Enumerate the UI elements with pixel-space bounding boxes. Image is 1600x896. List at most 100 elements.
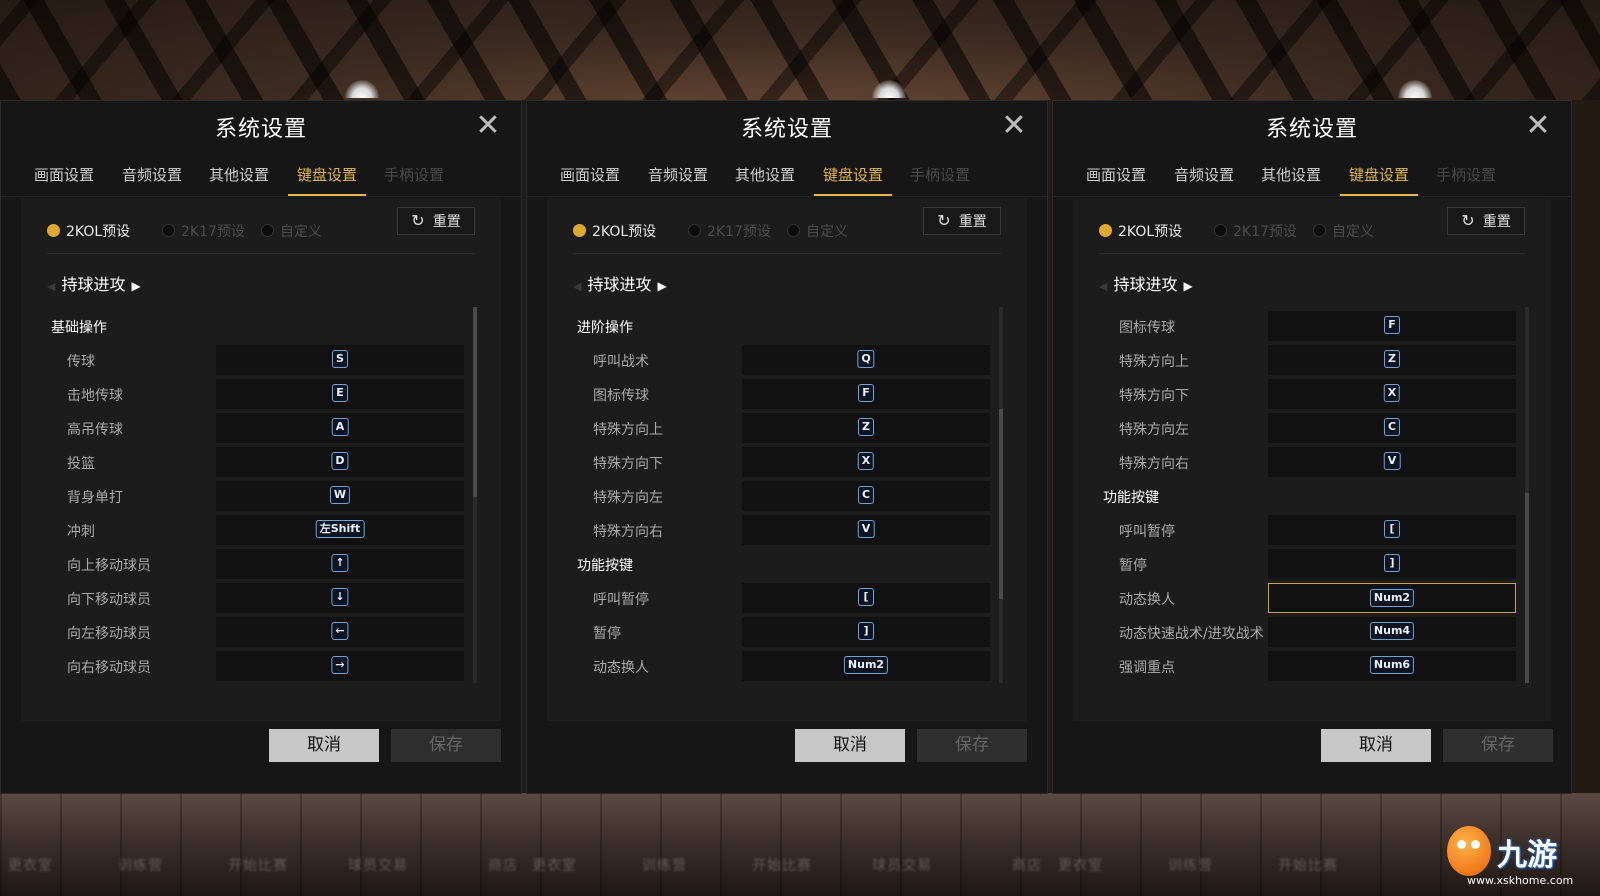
- chevron-right-icon[interactable]: ▶: [131, 279, 140, 293]
- chevron-left-icon[interactable]: ◀: [1099, 280, 1107, 293]
- ceiling-lamp: [345, 80, 379, 98]
- radio-icon[interactable]: [162, 224, 175, 237]
- keybind-slot[interactable]: Num2: [1268, 583, 1516, 613]
- keybind-slot[interactable]: V: [1268, 447, 1516, 477]
- radio-icon[interactable]: [1099, 224, 1112, 237]
- close-icon[interactable]: ✕: [999, 111, 1029, 141]
- keybind-slot[interactable]: [: [742, 583, 990, 613]
- keybind-slot[interactable]: C: [742, 481, 990, 511]
- chevron-right-icon[interactable]: ▶: [1183, 279, 1192, 293]
- keybind-slot[interactable]: X: [1268, 379, 1516, 409]
- keybind-slot[interactable]: E: [216, 379, 464, 409]
- tab-0[interactable]: 画面设置: [1077, 156, 1155, 194]
- preset-option[interactable]: 2K17预设: [1214, 217, 1304, 247]
- chevron-right-icon[interactable]: ▶: [657, 279, 666, 293]
- keybind-slot[interactable]: ←: [216, 617, 464, 647]
- keybind-label: 图标传球: [1119, 320, 1175, 336]
- scrollbar-track[interactable]: [473, 307, 477, 683]
- keybind-label: 强调重点: [1119, 660, 1175, 676]
- tab-3[interactable]: 键盘设置: [288, 156, 366, 196]
- preset-option[interactable]: 2K17预设: [688, 217, 778, 247]
- keybind-slot[interactable]: X: [742, 447, 990, 477]
- keybind-label: 特殊方向右: [593, 524, 663, 540]
- divider: [47, 253, 475, 254]
- radio-icon[interactable]: [47, 224, 60, 237]
- tab-0[interactable]: 画面设置: [551, 156, 629, 194]
- tab-0[interactable]: 画面设置: [25, 156, 103, 194]
- section-title: 持球进攻: [1113, 275, 1178, 294]
- close-icon[interactable]: ✕: [1523, 111, 1553, 141]
- preset-option[interactable]: 2K17预设: [162, 217, 252, 247]
- reset-button[interactable]: ↻ 重置: [1447, 207, 1525, 235]
- scrollbar-thumb[interactable]: [473, 307, 477, 497]
- preset-option[interactable]: 2KOL预设: [1099, 217, 1189, 247]
- preset-option[interactable]: 自定义: [1313, 217, 1393, 247]
- background-menu-label: 更衣室: [1058, 858, 1103, 874]
- keybind-slot[interactable]: ↑: [216, 549, 464, 579]
- radio-icon[interactable]: [787, 224, 800, 237]
- cancel-button[interactable]: 取消: [269, 729, 379, 762]
- close-icon[interactable]: ✕: [473, 111, 503, 141]
- radio-icon[interactable]: [688, 224, 701, 237]
- scrollbar-track[interactable]: [1525, 307, 1529, 683]
- keybind-slot[interactable]: Z: [1268, 345, 1516, 375]
- keybind-slot[interactable]: →: [216, 651, 464, 681]
- radio-icon[interactable]: [1313, 224, 1326, 237]
- keybind-slot[interactable]: 左Shift: [216, 515, 464, 545]
- radio-icon[interactable]: [261, 224, 274, 237]
- save-button[interactable]: 保存: [391, 729, 501, 762]
- keybind-slot[interactable]: [: [1268, 515, 1516, 545]
- save-button[interactable]: 保存: [917, 729, 1027, 762]
- radio-icon[interactable]: [573, 224, 586, 237]
- tab-3[interactable]: 键盘设置: [1340, 156, 1418, 196]
- scrollbar-thumb[interactable]: [999, 409, 1003, 599]
- preset-option[interactable]: 2KOL预设: [573, 217, 663, 247]
- settings-dialog: 系统设置 ✕ 画面设置 音频设置 其他设置 键盘设置 手柄设置 2KOL预设 2K17预设 自定义…: [0, 100, 522, 794]
- tab-2[interactable]: 其他设置: [200, 156, 278, 194]
- logo-url: www.xskhome.com: [1467, 874, 1574, 887]
- tab-1[interactable]: 音频设置: [639, 156, 717, 194]
- section-selector[interactable]: ◀ 持球进攻 ▶: [573, 271, 667, 295]
- reset-button[interactable]: ↻ 重置: [397, 207, 475, 235]
- reset-button[interactable]: ↻ 重置: [923, 207, 1001, 235]
- tab-3[interactable]: 键盘设置: [814, 156, 892, 196]
- tab-2[interactable]: 其他设置: [726, 156, 804, 194]
- radio-icon[interactable]: [1214, 224, 1227, 237]
- section-selector[interactable]: ◀ 持球进攻 ▶: [1099, 271, 1193, 295]
- scrollbar-thumb[interactable]: [1525, 493, 1529, 683]
- background-arena-ceiling: [0, 0, 1600, 100]
- keybind-slot[interactable]: Num6: [1268, 651, 1516, 681]
- save-button[interactable]: 保存: [1443, 729, 1553, 762]
- section-selector[interactable]: ◀ 持球进攻 ▶: [47, 271, 141, 295]
- tab-1[interactable]: 音频设置: [113, 156, 191, 194]
- refresh-icon: ↻: [937, 211, 951, 230]
- tab-1[interactable]: 音频设置: [1165, 156, 1243, 194]
- keybind-slot[interactable]: S: [216, 345, 464, 375]
- keybind-slot[interactable]: Num4: [1268, 617, 1516, 647]
- preset-option[interactable]: 自定义: [261, 217, 341, 247]
- keybind-label: 传球: [67, 354, 95, 370]
- key-cap: ↑: [331, 554, 349, 572]
- key-cap: Num2: [843, 656, 889, 674]
- keybind-slot[interactable]: ↓: [216, 583, 464, 613]
- scrollbar-track[interactable]: [999, 307, 1003, 683]
- preset-option[interactable]: 自定义: [787, 217, 867, 247]
- keybind-slot[interactable]: D: [216, 447, 464, 477]
- tab-2[interactable]: 其他设置: [1252, 156, 1330, 194]
- keybind-slot[interactable]: V: [742, 515, 990, 545]
- keybind-slot[interactable]: Q: [742, 345, 990, 375]
- keybind-slot[interactable]: A: [216, 413, 464, 443]
- preset-option[interactable]: 2KOL预设: [47, 217, 137, 247]
- keybind-slot[interactable]: ]: [742, 617, 990, 647]
- keybind-slot[interactable]: Num2: [742, 651, 990, 681]
- keybind-slot[interactable]: F: [1268, 311, 1516, 341]
- chevron-left-icon[interactable]: ◀: [573, 280, 581, 293]
- keybind-slot[interactable]: F: [742, 379, 990, 409]
- keybind-slot[interactable]: C: [1268, 413, 1516, 443]
- keybind-slot[interactable]: W: [216, 481, 464, 511]
- chevron-left-icon[interactable]: ◀: [47, 280, 55, 293]
- keybind-slot[interactable]: ]: [1268, 549, 1516, 579]
- cancel-button[interactable]: 取消: [795, 729, 905, 762]
- keybind-slot[interactable]: Z: [742, 413, 990, 443]
- cancel-button[interactable]: 取消: [1321, 729, 1431, 762]
